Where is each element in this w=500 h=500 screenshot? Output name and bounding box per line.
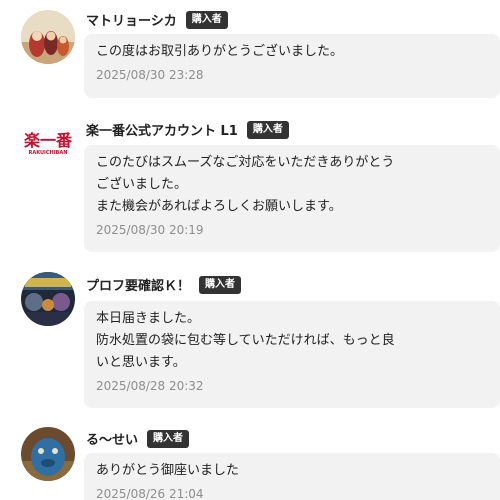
user-name[interactable]: マトリョーシカ [86, 10, 177, 29]
buyer-badge: 購入者 [147, 429, 190, 448]
comment-text: このたびはスムーズなご対応をいただきありがとう ございました。 また機会があれば… [96, 155, 395, 214]
user-avatar-ruusei[interactable] [21, 427, 75, 481]
comment-timestamp: 2025/08/28 20:32 [96, 379, 204, 393]
comment-timestamp: 2025/08/30 20:19 [96, 223, 204, 237]
comment-text: ありがとう御座いました [96, 463, 240, 478]
buyer-badge: 購入者 [199, 275, 242, 294]
name-row: る〜せい 購入者 [86, 429, 190, 448]
shop-logo-avatar[interactable]: 楽一番 RAKUICHIBAN [21, 117, 75, 171]
comment-bubble: このたびはスムーズなご対応をいただきありがとう ございました。 また機会があれば… [84, 145, 500, 252]
comment-bubble: この度はお取引ありがとうございました。 2025/08/30 23:28 [84, 34, 500, 98]
comment-timestamp: 2025/08/26 21:04 [96, 487, 204, 500]
buyer-badge: 購入者 [185, 10, 228, 29]
comment-text: 本日届きました。 防水処置の袋に包む等していただければ、もっと良 いと思います。 [96, 311, 395, 370]
buyer-badge: 購入者 [246, 120, 289, 139]
user-avatar-profile-k[interactable] [21, 272, 75, 326]
logo-subtext: RAKUICHIBAN [28, 149, 68, 156]
comment-text: この度はお取引ありがとうございました。 [96, 44, 344, 59]
comment-bubble: 本日届きました。 防水処置の袋に包む等していただければ、もっと良 いと思います。… [84, 301, 500, 408]
comment-bubble: ありがとう御座いました 2025/08/26 21:04 [84, 453, 500, 500]
user-name[interactable]: る〜せい [86, 429, 138, 448]
user-avatar-matryoshka[interactable] [21, 10, 75, 64]
comment-timestamp: 2025/08/30 23:28 [96, 68, 204, 82]
user-name[interactable]: プロフ要確認Ｋ！ [86, 275, 190, 294]
name-row: マトリョーシカ 購入者 [86, 10, 228, 29]
name-row: 楽一番公式アカウント L1 購入者 [86, 120, 289, 139]
user-name[interactable]: 楽一番公式アカウント L1 [86, 120, 238, 139]
name-row: プロフ要確認Ｋ！ 購入者 [86, 275, 242, 294]
logo-text: 楽一番 [23, 130, 72, 150]
